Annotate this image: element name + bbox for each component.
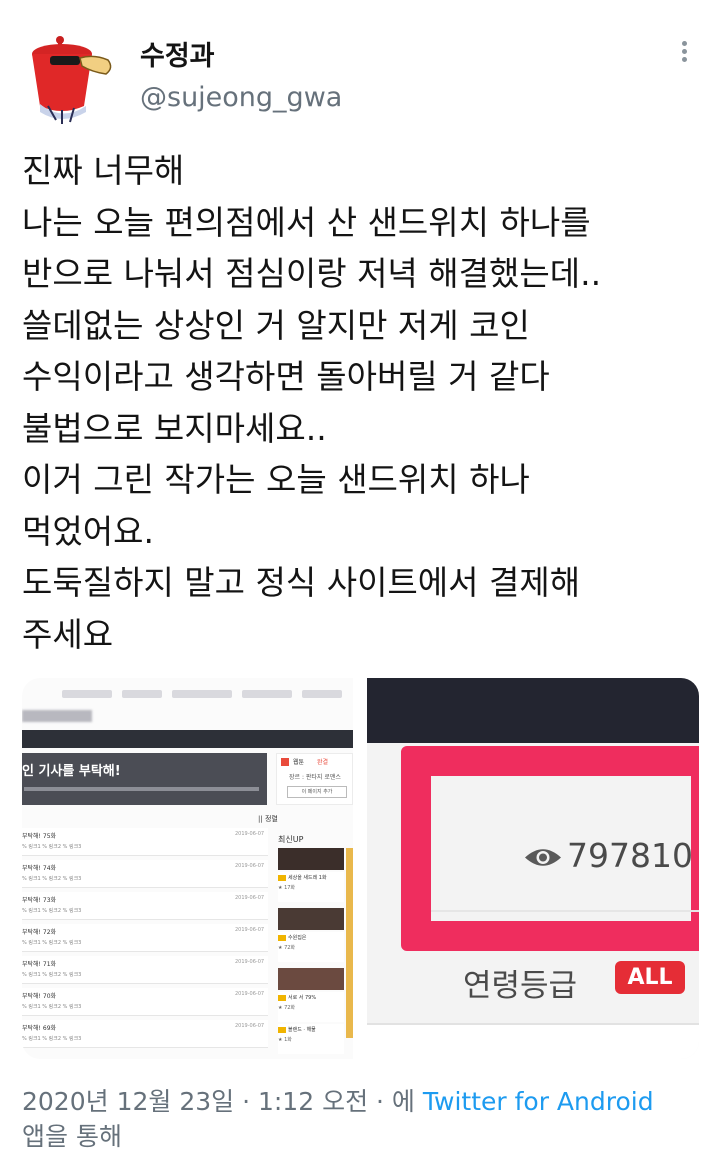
card-sub: ★ 72화: [278, 945, 296, 951]
list-item[interactable]: 부탁해! 70화 2019-06-07 % 링크1 % 링크2 % 링크3: [22, 988, 268, 1016]
episode-title: 부탁해! 70화: [22, 993, 57, 1000]
tweet-line: 먹었어요.: [22, 511, 154, 551]
episode-title: 부탁해! 69화: [22, 1025, 57, 1032]
episode-title: 부탁해! 71화: [22, 961, 57, 968]
episode-links: % 링크1 % 링크2 % 링크3: [22, 1004, 82, 1010]
episode-links: % 링크1 % 링크2 % 링크3: [22, 844, 82, 850]
add-page-button[interactable]: 이 페이지 추가: [287, 786, 347, 798]
list-item[interactable]: 부탁해! 75화 2019-06-07 % 링크1 % 링크2 % 링크3: [22, 828, 268, 856]
tweet-media: 인 기사를 부탁해! 웹툰 완결 장르 : 판타지 로맨스 이 페이지 추가 |…: [22, 678, 699, 1059]
red-mailbox-avatar-icon[interactable]: [22, 26, 122, 126]
tweet-footer: 2020년 12월 23일 · 1:12 오전 · 에 Twitter for …: [22, 1084, 702, 1154]
episode-date: 2019-06-07: [235, 863, 265, 869]
sort-label[interactable]: || 정렬: [258, 814, 278, 824]
thumbnail[interactable]: [278, 968, 344, 990]
episode-date: 2019-06-07: [235, 959, 265, 965]
banner-title: 인 기사를 부탁해!: [22, 764, 121, 779]
episode-title: 부탁해! 74화: [22, 865, 57, 872]
episode-title: 부탁해! 75화: [22, 833, 57, 840]
recent-card[interactable]: 서로 서 79% ★ 72화: [278, 992, 344, 1022]
dark-top-bar: [367, 678, 699, 743]
tweet-header: 수정과 @sujeong_gwa: [0, 0, 720, 140]
card-title: 블랜드 · 해물: [288, 1027, 316, 1033]
card-badge-icon: [278, 995, 286, 1001]
blurred-nav: [302, 690, 342, 698]
timestamp[interactable]: 2020년 12월 23일 · 1:12 오전 · 에: [22, 1087, 415, 1116]
tweet-line: 반으로 나눠서 점심이랑 저녁 해결했는데..: [22, 254, 602, 293]
blurred-nav: [242, 690, 292, 698]
series-banner: 인 기사를 부탁해!: [22, 753, 267, 805]
tweet-text: 진짜 너무해 나는 오늘 편의점에서 산 샌드위치 하나를 반으로 나눠서 점심…: [22, 145, 702, 660]
list-item[interactable]: 부탁해! 72화 2019-06-07 % 링크1 % 링크2 % 링크3: [22, 924, 268, 952]
card-sub: ★ 72화: [278, 1005, 296, 1011]
episode-links: % 링크1 % 링크2 % 링크3: [22, 940, 82, 946]
episode-links: % 링크1 % 링크2 % 링크3: [22, 972, 82, 978]
side-status: 완결: [317, 759, 329, 766]
tweet-line: 나는 오늘 편의점에서 산 샌드위치 하나를: [22, 202, 591, 242]
banner-description: [24, 787, 259, 791]
episode-links: % 링크1 % 링크2 % 링크3: [22, 908, 82, 914]
side-label: 웹툰: [293, 759, 305, 766]
recent-card[interactable]: 블랜드 · 해물 ★ 1화: [278, 1024, 344, 1054]
episode-date: 2019-06-07: [235, 1023, 265, 1029]
divider: [431, 910, 699, 912]
episode-date: 2019-06-07: [235, 831, 265, 837]
blurred-site-title: [22, 710, 92, 722]
card-badge-icon: [278, 875, 286, 881]
episode-title: 부탁해! 73화: [22, 897, 57, 904]
card-title: 세상을 새드레 1화: [288, 875, 327, 881]
recent-up-label: 최신UP: [278, 835, 304, 844]
episode-links: % 링크1 % 링크2 % 링크3: [22, 876, 82, 882]
side-meta: 장르 : 판타지 로맨스: [289, 774, 341, 781]
card-title: 서로 서 79%: [288, 995, 317, 1001]
episode-date: 2019-06-07: [235, 991, 265, 997]
age-rating-badge: ALL: [615, 961, 685, 994]
blurred-nav: [172, 690, 232, 698]
list-item[interactable]: 부탁해! 71화 2019-06-07 % 링크1 % 링크2 % 링크3: [22, 956, 268, 984]
tweet-line: 도둑질하지 말고 정식 사이트에서 결제해: [22, 563, 581, 602]
tweet-line: 쓸데없는 상상인 거 알지만 저게 코인: [22, 305, 530, 345]
thumbnail[interactable]: [278, 848, 344, 870]
source-suffix: 앱을 통해: [22, 1122, 122, 1151]
eye-icon: [525, 849, 561, 866]
media-image-right[interactable]: 797810 연령등급 ALL: [367, 678, 699, 1059]
card-sub: ★ 17화: [278, 885, 296, 891]
episode-date: 2019-06-07: [235, 895, 265, 901]
thumbnail[interactable]: [278, 908, 344, 930]
tweet-line: 수익이라고 생각하면 돌아버릴 거 같다: [22, 357, 550, 396]
list-item[interactable]: 부탁해! 69화 2019-06-07 % 링크1 % 링크2 % 링크3: [22, 1020, 268, 1048]
notice-bar: [22, 730, 353, 748]
list-item[interactable]: 부탁해! 74화 2019-06-07 % 링크1 % 링크2 % 링크3: [22, 860, 268, 888]
display-name[interactable]: 수정과: [140, 34, 215, 73]
episode-links: % 링크1 % 링크2 % 링크3: [22, 1036, 82, 1042]
recent-card[interactable]: 수원집은 ★ 72화: [278, 932, 344, 962]
card-badge-icon: [278, 1027, 286, 1033]
blurred-nav: [122, 690, 162, 698]
episode-title: 부탁해! 72화: [22, 929, 57, 936]
bottom-panel: [367, 1023, 699, 1059]
card-sub: ★ 1화: [278, 1037, 292, 1043]
more-vertical-icon[interactable]: [672, 38, 696, 68]
view-count: 797810: [567, 836, 693, 875]
tweet-line: 진짜 너무해: [22, 151, 185, 190]
card-badge-icon: [278, 935, 286, 941]
episode-date: 2019-06-07: [235, 927, 265, 933]
age-rating-label: 연령등급: [463, 968, 578, 1004]
tweet-line: 이거 그린 작가는 오늘 샌드위치 하나: [22, 460, 530, 499]
tweet-line: 주세요: [22, 614, 114, 654]
media-image-left[interactable]: 인 기사를 부탁해! 웹툰 완결 장르 : 판타지 로맨스 이 페이지 추가 |…: [22, 678, 353, 1059]
list-item[interactable]: 부탁해! 73화 2019-06-07 % 링크1 % 링크2 % 링크3: [22, 892, 268, 920]
user-handle[interactable]: @sujeong_gwa: [140, 82, 342, 113]
series-info-box: 웹툰 완결 장르 : 판타지 로맨스 이 페이지 추가: [276, 753, 353, 805]
source-link[interactable]: Twitter for Android: [423, 1087, 654, 1116]
card-title: 수원집은: [288, 935, 307, 941]
recent-card[interactable]: 세상을 새드레 1화 ★ 17화: [278, 872, 344, 902]
blurred-nav: [62, 690, 112, 698]
tweet-line: 불법으로 보지마세요..: [22, 408, 327, 448]
webtoon-badge-icon: [281, 758, 289, 766]
side-strip: [346, 848, 353, 1038]
